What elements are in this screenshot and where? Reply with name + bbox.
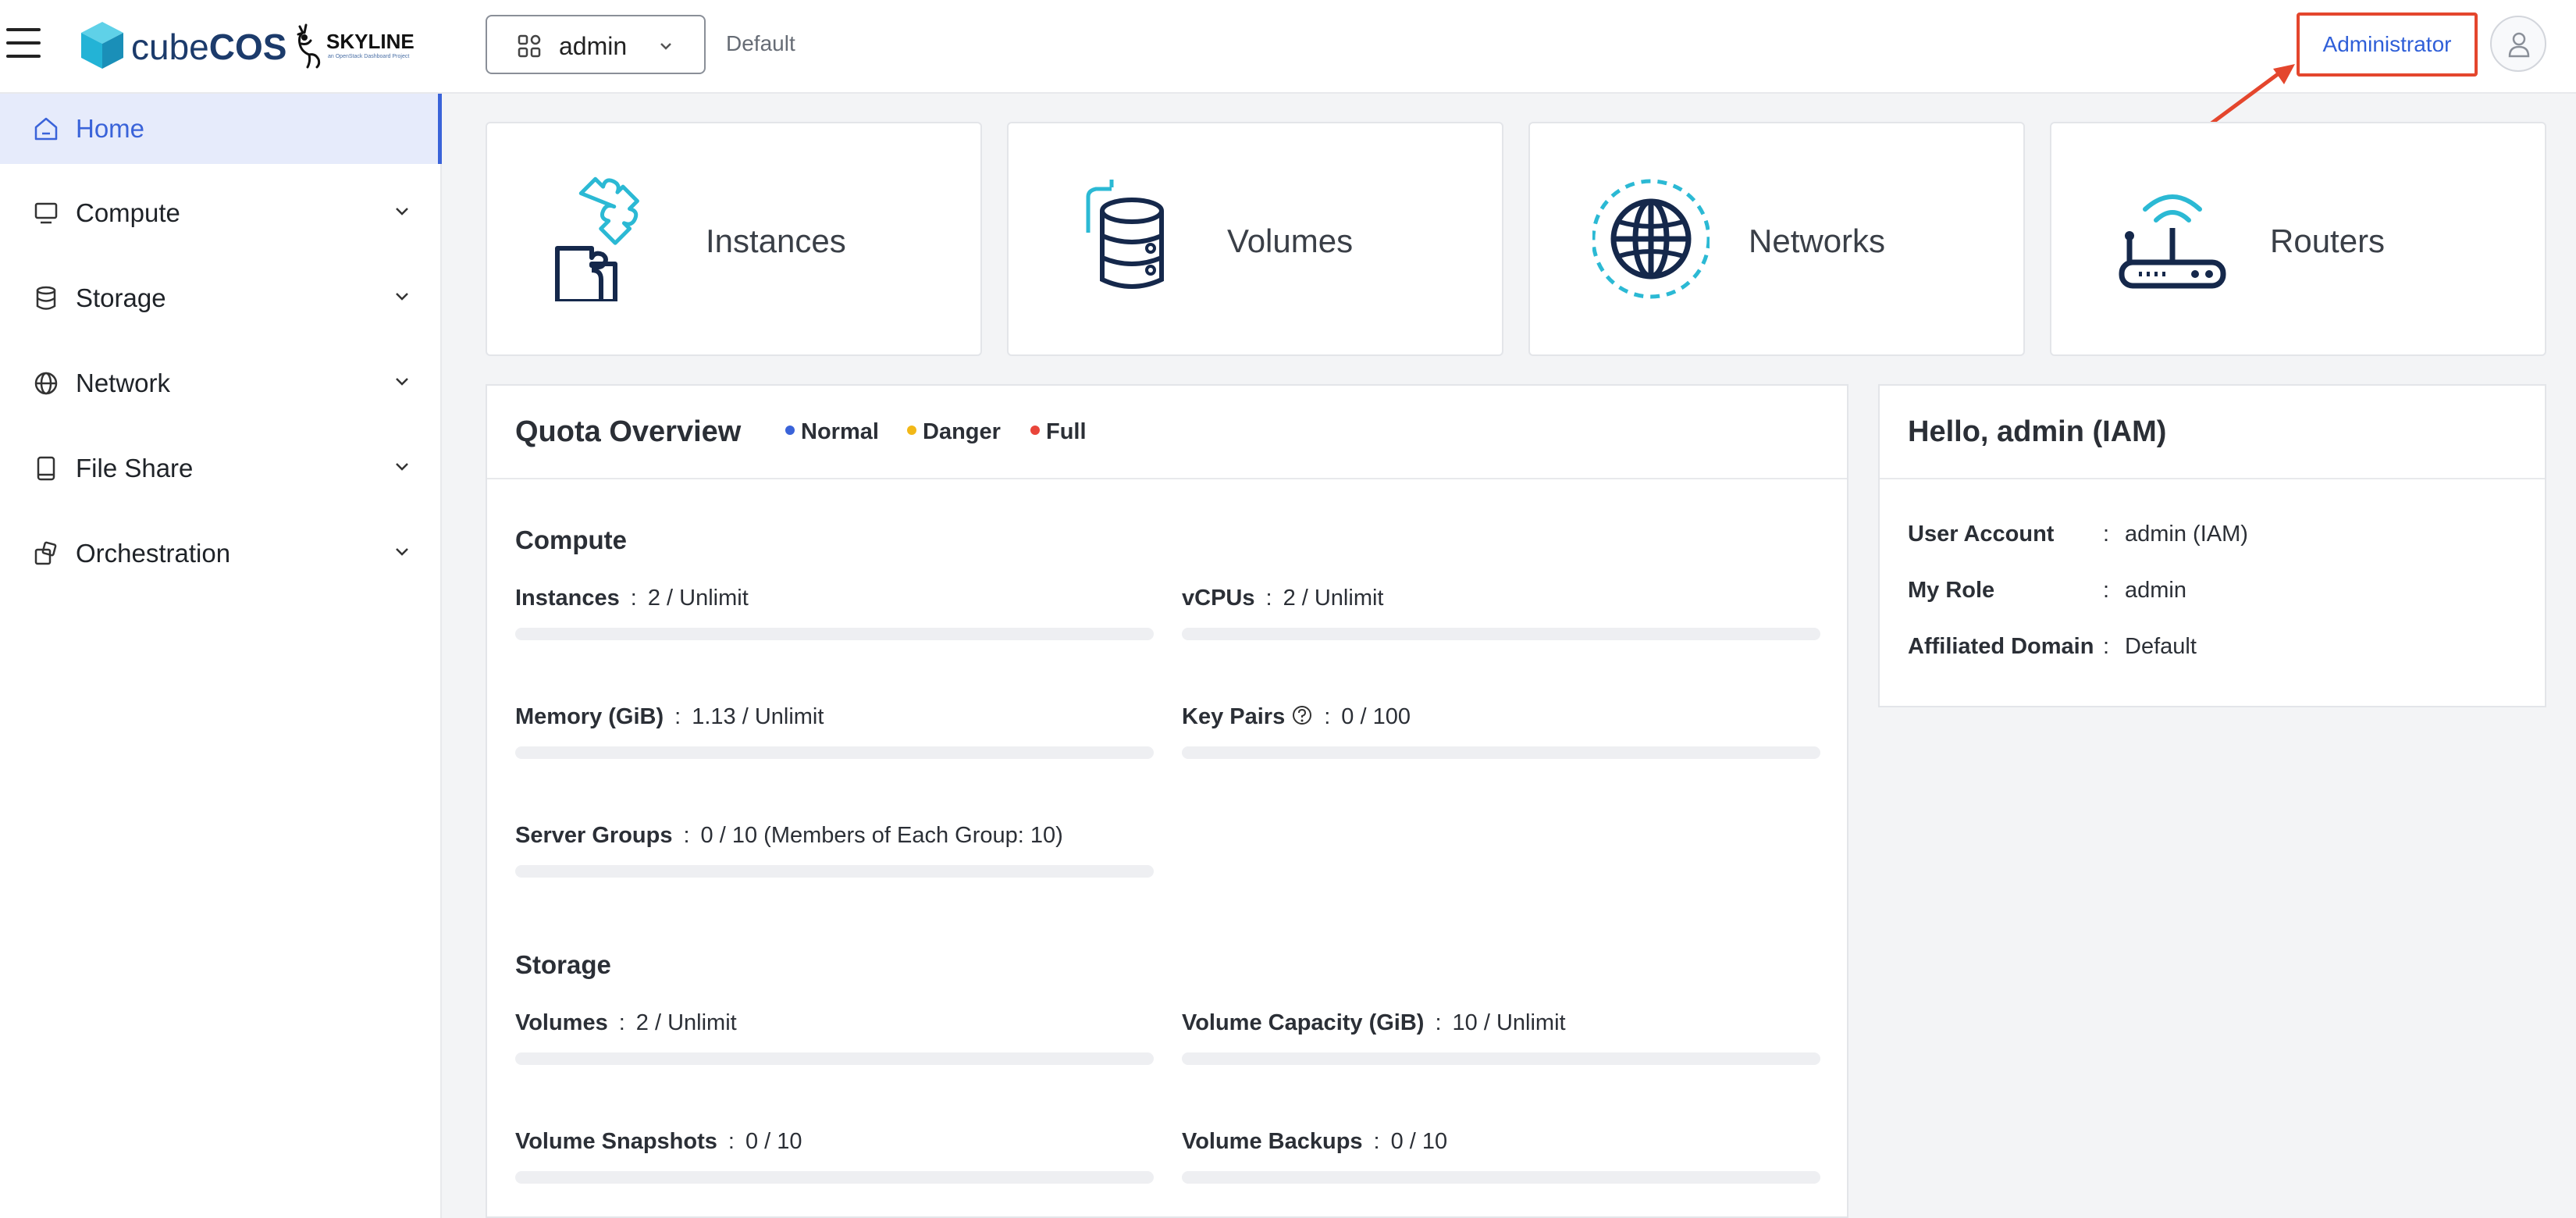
sidebar-item-label: Orchestration xyxy=(76,539,231,568)
skyline-logo-text: SKYLINE xyxy=(326,30,415,53)
project-name: admin xyxy=(559,32,628,60)
quota-progress-bar xyxy=(515,865,1154,878)
quota-progress-bar xyxy=(1182,1052,1820,1065)
card-label: Volumes xyxy=(1227,223,1354,259)
quota-volume-backups: Volume Backups:0 / 10 xyxy=(1182,1127,1822,1190)
quota-progress-bar xyxy=(515,628,1154,640)
quota-progress-bar xyxy=(515,1171,1154,1184)
project-selector[interactable]: admin xyxy=(486,15,706,74)
stack-icon xyxy=(34,541,57,565)
card-label: Instances xyxy=(706,223,846,259)
chevron-down-icon xyxy=(396,378,408,386)
sidebar-item-label: Home xyxy=(76,114,145,143)
sidebar-item-label: Compute xyxy=(76,198,180,227)
home-icon xyxy=(34,117,58,141)
sidebar-item-label: Network xyxy=(76,369,171,397)
chevron-down-icon xyxy=(660,43,671,50)
danger-dot-icon xyxy=(907,426,916,436)
quota-vcpus: vCPUs:2 / Unlimit xyxy=(1182,584,1822,646)
quota-header: Quota Overview Normal Danger Full xyxy=(487,386,1847,479)
menu-icon[interactable] xyxy=(6,28,41,59)
help-icon[interactable] xyxy=(1291,704,1313,726)
sidebar-item-storage[interactable]: Storage xyxy=(0,263,442,333)
user-icon xyxy=(2508,32,2530,58)
legend-full: Full xyxy=(1030,418,1087,445)
quota-memory: Memory (GiB):1.13 / Unlimit xyxy=(515,703,1155,765)
puzzle-icon xyxy=(555,176,639,301)
quota-volumes: Volumes:2 / Unlimit xyxy=(515,1009,1155,1071)
quota-progress-bar xyxy=(515,1052,1154,1065)
domain-label: Default xyxy=(726,31,795,55)
chevron-down-icon xyxy=(396,463,408,471)
sidebar-item-orchestration[interactable]: Orchestration xyxy=(0,518,442,589)
greeting-title: Hello, admin (IAM) xyxy=(1908,415,2167,448)
quota-overview-panel: Quota Overview Normal Danger Full Comput… xyxy=(486,384,1848,1218)
normal-dot-icon xyxy=(785,426,795,436)
chevron-down-icon xyxy=(396,548,408,556)
database-icon xyxy=(36,286,56,310)
user-info-panel: Hello, admin (IAM) User Account: admin (I… xyxy=(1878,384,2546,707)
storage-section-title: Storage xyxy=(515,950,611,979)
card-volumes[interactable]: Volumes xyxy=(1007,122,1503,356)
quota-key-pairs: Key Pairs:0 / 100 xyxy=(1182,703,1822,765)
user-avatar[interactable] xyxy=(2490,16,2546,72)
router-icon xyxy=(2119,194,2226,289)
chevron-down-icon xyxy=(396,293,408,301)
full-dot-icon xyxy=(1030,426,1040,436)
legend-normal: Normal xyxy=(785,418,879,445)
compute-section-title: Compute xyxy=(515,525,627,554)
administrator-button[interactable]: Administrator xyxy=(2297,12,2478,77)
sidebar-item-network[interactable]: Network xyxy=(0,348,442,418)
quota-server-groups: Server Groups:0 / 10 (Members of Each Gr… xyxy=(515,821,1155,884)
quota-volume-snapshots: Volume Snapshots:0 / 10 xyxy=(515,1127,1155,1190)
skyline-deer-icon xyxy=(297,23,321,69)
quota-instances: Instances:2 / Unlimit xyxy=(515,584,1155,646)
quota-progress-bar xyxy=(1182,1171,1820,1184)
sidebar-item-label: File Share xyxy=(76,454,194,483)
cubecos-logo-icon xyxy=(81,22,123,69)
chevron-down-icon xyxy=(396,208,408,215)
grid-icon xyxy=(518,34,541,58)
globe-icon xyxy=(34,372,58,395)
quota-volume-capacity: Volume Capacity (GiB):10 / Unlimit xyxy=(1182,1009,1822,1071)
sidebar-item-compute[interactable]: Compute xyxy=(0,178,442,248)
card-instances[interactable]: Instances xyxy=(486,122,982,356)
quota-progress-bar xyxy=(515,746,1154,759)
quota-progress-bar xyxy=(1182,746,1820,759)
card-routers[interactable]: Routers xyxy=(2050,122,2546,356)
sidebar-item-label: Storage xyxy=(76,283,166,312)
globe-icon xyxy=(1592,179,1710,299)
card-networks[interactable]: Networks xyxy=(1528,122,2025,356)
user-info-header: Hello, admin (IAM) xyxy=(1880,386,2545,479)
monitor-icon xyxy=(34,202,58,224)
sidebar-item-file-share[interactable]: File Share xyxy=(0,433,442,504)
legend-danger: Danger xyxy=(907,418,1001,445)
quota-title: Quota Overview xyxy=(515,415,742,448)
sidebar-item-home[interactable]: Home xyxy=(0,94,442,164)
card-label: Routers xyxy=(2270,223,2386,259)
skyline-subtitle: an OpenStack Dashboard Project xyxy=(328,54,410,59)
brand-name[interactable]: cubeCOS xyxy=(131,23,286,70)
card-label: Networks xyxy=(1749,223,1886,259)
database-icon xyxy=(1086,180,1164,289)
sidebar: Home Compute Storage Network File Share … xyxy=(0,94,442,1218)
quota-progress-bar xyxy=(1182,628,1820,640)
file-icon xyxy=(37,456,55,481)
